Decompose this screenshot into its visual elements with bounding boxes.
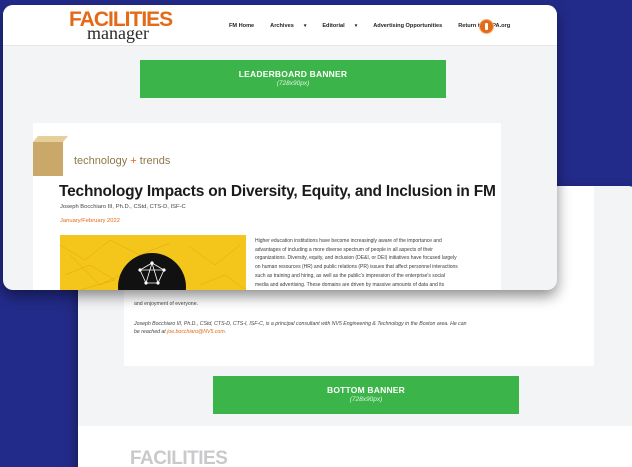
nav-editorial-label: Editorial xyxy=(322,23,345,29)
body-line: on human resources (HR) and public relat… xyxy=(255,264,458,271)
kicker-plus: + xyxy=(130,155,137,167)
bottom-banner[interactable]: BOTTOM BANNER (728x90px) xyxy=(213,376,519,414)
body-line: advantages of including a more diverse s… xyxy=(255,246,433,253)
nav-editorial[interactable]: Editorial ▾ xyxy=(322,23,365,29)
site-logo-subtitle: manager xyxy=(87,23,149,43)
article-byline: Joseph Bocchiaro III, Ph.D., CStd, CTS-D… xyxy=(60,204,186,210)
chevron-down-icon: ▾ xyxy=(303,23,307,29)
author-bio-text-2: be reached at xyxy=(134,329,166,335)
nav-fm-home[interactable]: FM Home xyxy=(229,23,262,29)
article-hero-image xyxy=(60,235,246,290)
leaderboard-banner-title: LEADERBOARD BANNER xyxy=(238,69,348,79)
article-closing-line: and enjoyment of everyone. xyxy=(134,301,199,307)
author-bio-end: . xyxy=(224,329,227,335)
article-issue-date[interactable]: January/February 2022 xyxy=(60,218,120,224)
nav-archives[interactable]: Archives ▾ xyxy=(270,23,314,29)
body-line: media and advertising. These domains are… xyxy=(255,281,445,288)
section-cube-icon xyxy=(33,142,63,176)
nav-archives-label: Archives xyxy=(270,23,294,29)
article-body: Higher education institutions have becom… xyxy=(255,237,495,289)
bottom-banner-title: BOTTOM BANNER xyxy=(327,385,405,395)
bottom-banner-size: (728x90px) xyxy=(349,396,383,403)
appa-logo-icon[interactable] xyxy=(479,19,494,34)
kicker-trends: trends xyxy=(139,155,171,167)
body-line: organizations. Diversity, equity, and in… xyxy=(255,255,457,262)
chevron-down-icon: ▾ xyxy=(354,23,358,29)
network-illustration xyxy=(60,239,246,290)
leaderboard-banner[interactable]: LEADERBOARD BANNER (728x90px) xyxy=(140,60,446,98)
section-kicker: technology + trends xyxy=(74,155,170,167)
article-title: Technology Impacts on Diversity, Equity,… xyxy=(59,183,496,200)
author-bio-text: Joseph Bocchiaro III, Ph.D., CStd, CTS-D… xyxy=(134,321,467,327)
foreground-page-card: FACILITIES manager FM Home Archives ▾ Edi… xyxy=(3,5,557,290)
nav-fm-home-label: FM Home xyxy=(229,23,255,29)
author-bio: Joseph Bocchiaro III, Ph.D., CStd, CTS-D… xyxy=(134,320,594,336)
kicker-technology: technology xyxy=(74,155,128,167)
site-header: FACILITIES manager FM Home Archives ▾ Edi… xyxy=(3,5,557,46)
nav-advertising-label: Advertising Opportunities xyxy=(373,23,443,29)
leaderboard-banner-size: (728x90px) xyxy=(276,80,310,87)
body-line: Higher education institutions have becom… xyxy=(255,238,442,244)
back-footer: FACILITIES manager xyxy=(78,426,632,467)
nav-advertising[interactable]: Advertising Opportunities xyxy=(373,23,450,29)
body-line: such as training and hiring, as well as … xyxy=(255,272,446,279)
author-email-link[interactable]: joe.bocchiaro@NV5.com xyxy=(167,329,224,335)
